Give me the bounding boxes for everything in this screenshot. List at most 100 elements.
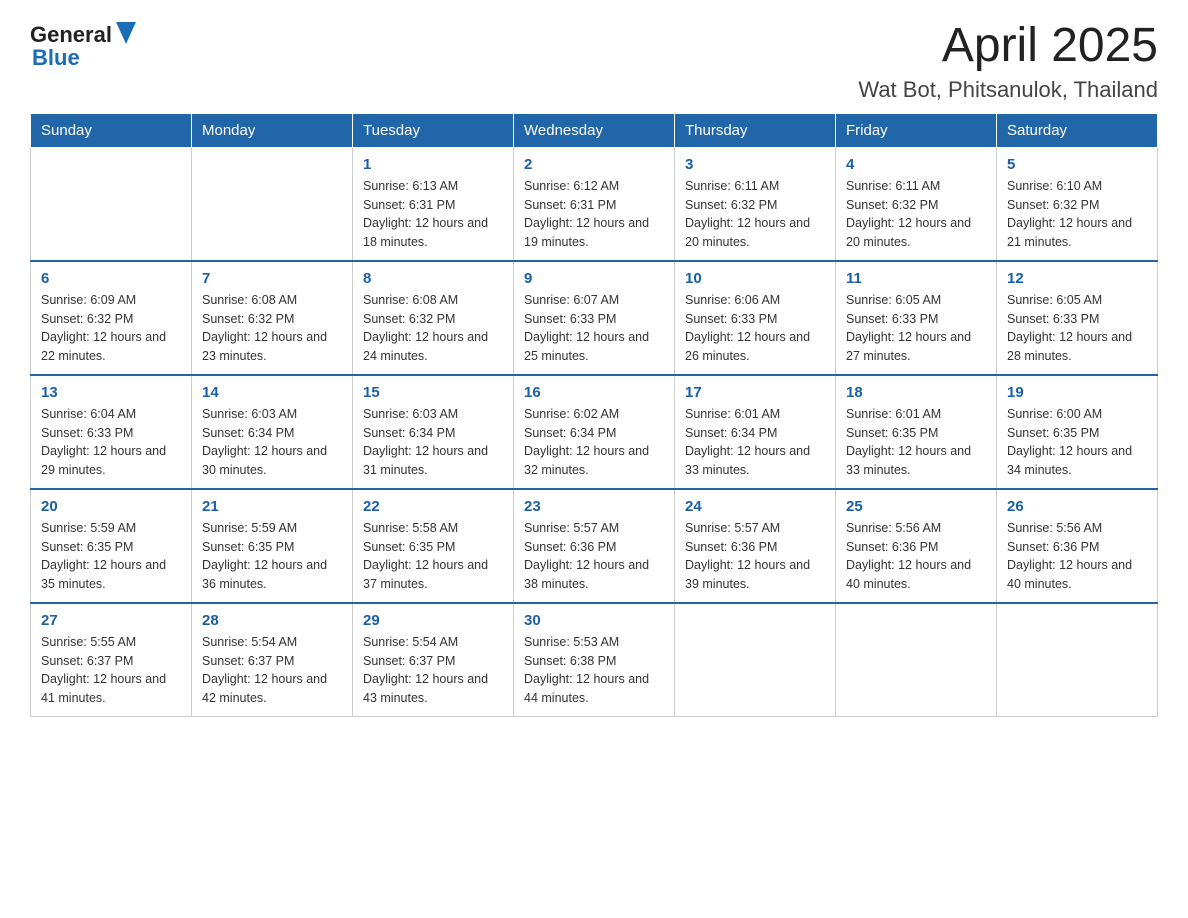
day-info: Sunrise: 5:53 AMSunset: 6:38 PMDaylight:… (524, 633, 664, 708)
calendar-cell: 27 Sunrise: 5:55 AMSunset: 6:37 PMDayligh… (31, 603, 192, 717)
day-number: 22 (363, 498, 503, 515)
day-number: 25 (846, 498, 986, 515)
calendar-cell (997, 603, 1158, 717)
day-info: Sunrise: 6:00 AMSunset: 6:35 PMDaylight:… (1007, 405, 1147, 480)
calendar-cell (31, 147, 192, 261)
day-info: Sunrise: 5:54 AMSunset: 6:37 PMDaylight:… (202, 633, 342, 708)
day-info: Sunrise: 6:02 AMSunset: 6:34 PMDaylight:… (524, 405, 664, 480)
calendar-cell: 19 Sunrise: 6:00 AMSunset: 6:35 PMDayligh… (997, 375, 1158, 489)
calendar-cell: 11 Sunrise: 6:05 AMSunset: 6:33 PMDayligh… (836, 261, 997, 375)
day-number: 16 (524, 384, 664, 401)
calendar-cell: 20 Sunrise: 5:59 AMSunset: 6:35 PMDayligh… (31, 489, 192, 603)
logo-blue-text: Blue (32, 45, 80, 71)
day-info: Sunrise: 6:01 AMSunset: 6:35 PMDaylight:… (846, 405, 986, 480)
calendar-cell: 26 Sunrise: 5:56 AMSunset: 6:36 PMDayligh… (997, 489, 1158, 603)
weekday-header-tuesday: Tuesday (353, 113, 514, 147)
day-info: Sunrise: 5:56 AMSunset: 6:36 PMDaylight:… (1007, 519, 1147, 594)
day-info: Sunrise: 5:58 AMSunset: 6:35 PMDaylight:… (363, 519, 503, 594)
calendar-cell: 9 Sunrise: 6:07 AMSunset: 6:33 PMDaylight… (514, 261, 675, 375)
day-info: Sunrise: 6:13 AMSunset: 6:31 PMDaylight:… (363, 177, 503, 252)
day-info: Sunrise: 6:08 AMSunset: 6:32 PMDaylight:… (202, 291, 342, 366)
day-info: Sunrise: 6:05 AMSunset: 6:33 PMDaylight:… (1007, 291, 1147, 366)
day-number: 14 (202, 384, 342, 401)
calendar-cell (675, 603, 836, 717)
calendar-cell: 13 Sunrise: 6:04 AMSunset: 6:33 PMDayligh… (31, 375, 192, 489)
day-info: Sunrise: 5:57 AMSunset: 6:36 PMDaylight:… (524, 519, 664, 594)
weekday-header-thursday: Thursday (675, 113, 836, 147)
calendar-cell: 10 Sunrise: 6:06 AMSunset: 6:33 PMDayligh… (675, 261, 836, 375)
calendar-cell: 22 Sunrise: 5:58 AMSunset: 6:35 PMDayligh… (353, 489, 514, 603)
calendar-cell (836, 603, 997, 717)
day-info: Sunrise: 6:11 AMSunset: 6:32 PMDaylight:… (846, 177, 986, 252)
day-number: 9 (524, 270, 664, 287)
day-info: Sunrise: 5:59 AMSunset: 6:35 PMDaylight:… (202, 519, 342, 594)
calendar-cell: 8Sunrise: 6:08 AMSunset: 6:32 PMDaylight… (353, 261, 514, 375)
calendar-cell: 23 Sunrise: 5:57 AMSunset: 6:36 PMDayligh… (514, 489, 675, 603)
page-header: General Blue April 2025 Wat Bot, Phitsan… (30, 20, 1158, 103)
day-number: 7 (202, 270, 342, 287)
weekday-header-friday: Friday (836, 113, 997, 147)
calendar-cell: 3 Sunrise: 6:11 AMSunset: 6:32 PMDaylight… (675, 147, 836, 261)
day-number: 3 (685, 156, 825, 173)
day-info: Sunrise: 6:11 AMSunset: 6:32 PMDaylight:… (685, 177, 825, 252)
day-number: 19 (1007, 384, 1147, 401)
weekday-header-saturday: Saturday (997, 113, 1158, 147)
day-info: Sunrise: 5:56 AMSunset: 6:36 PMDaylight:… (846, 519, 986, 594)
day-number: 23 (524, 498, 664, 515)
day-number: 26 (1007, 498, 1147, 515)
day-number: 27 (41, 612, 181, 629)
logo-general-text: General (30, 22, 112, 48)
calendar-week-row: 20 Sunrise: 5:59 AMSunset: 6:35 PMDayligh… (31, 489, 1158, 603)
day-info: Sunrise: 6:10 AMSunset: 6:32 PMDaylight:… (1007, 177, 1147, 252)
calendar-cell: 2 Sunrise: 6:12 AMSunset: 6:31 PMDaylight… (514, 147, 675, 261)
day-number: 29 (363, 612, 503, 629)
logo-triangle-icon (116, 22, 136, 44)
day-info: Sunrise: 6:08 AMSunset: 6:32 PMDaylight:… (363, 291, 503, 366)
day-info: Sunrise: 6:12 AMSunset: 6:31 PMDaylight:… (524, 177, 664, 252)
calendar-cell (192, 147, 353, 261)
calendar-cell: 28 Sunrise: 5:54 AMSunset: 6:37 PMDayligh… (192, 603, 353, 717)
title-block: April 2025 Wat Bot, Phitsanulok, Thailan… (858, 20, 1158, 103)
day-info: Sunrise: 6:03 AMSunset: 6:34 PMDaylight:… (363, 405, 503, 480)
calendar-cell: 7 Sunrise: 6:08 AMSunset: 6:32 PMDaylight… (192, 261, 353, 375)
day-number: 30 (524, 612, 664, 629)
day-info: Sunrise: 5:55 AMSunset: 6:37 PMDaylight:… (41, 633, 181, 708)
calendar-cell: 14 Sunrise: 6:03 AMSunset: 6:34 PMDayligh… (192, 375, 353, 489)
calendar-cell: 5Sunrise: 6:10 AMSunset: 6:32 PMDaylight… (997, 147, 1158, 261)
day-number: 4 (846, 156, 986, 173)
day-number: 17 (685, 384, 825, 401)
day-number: 2 (524, 156, 664, 173)
day-number: 18 (846, 384, 986, 401)
month-year-title: April 2025 (858, 20, 1158, 73)
day-number: 13 (41, 384, 181, 401)
calendar-cell: 16 Sunrise: 6:02 AMSunset: 6:34 PMDayligh… (514, 375, 675, 489)
day-info: Sunrise: 6:06 AMSunset: 6:33 PMDaylight:… (685, 291, 825, 366)
calendar-week-row: 1Sunrise: 6:13 AMSunset: 6:31 PMDaylight… (31, 147, 1158, 261)
day-number: 12 (1007, 270, 1147, 287)
day-info: Sunrise: 5:59 AMSunset: 6:35 PMDaylight:… (41, 519, 181, 594)
day-number: 24 (685, 498, 825, 515)
day-info: Sunrise: 6:09 AMSunset: 6:32 PMDaylight:… (41, 291, 181, 366)
day-info: Sunrise: 6:04 AMSunset: 6:33 PMDaylight:… (41, 405, 181, 480)
calendar-cell: 30 Sunrise: 5:53 AMSunset: 6:38 PMDayligh… (514, 603, 675, 717)
day-info: Sunrise: 6:07 AMSunset: 6:33 PMDaylight:… (524, 291, 664, 366)
calendar-cell: 12 Sunrise: 6:05 AMSunset: 6:33 PMDayligh… (997, 261, 1158, 375)
calendar-table: SundayMondayTuesdayWednesdayThursdayFrid… (30, 113, 1158, 717)
calendar-cell: 4 Sunrise: 6:11 AMSunset: 6:32 PMDaylight… (836, 147, 997, 261)
calendar-cell: 24Sunrise: 5:57 AMSunset: 6:36 PMDayligh… (675, 489, 836, 603)
weekday-header-sunday: Sunday (31, 113, 192, 147)
day-number: 28 (202, 612, 342, 629)
calendar-cell: 25 Sunrise: 5:56 AMSunset: 6:36 PMDayligh… (836, 489, 997, 603)
day-info: Sunrise: 5:54 AMSunset: 6:37 PMDaylight:… (363, 633, 503, 708)
day-number: 15 (363, 384, 503, 401)
day-number: 11 (846, 270, 986, 287)
calendar-cell: 21Sunrise: 5:59 AMSunset: 6:35 PMDayligh… (192, 489, 353, 603)
calendar-cell: 6 Sunrise: 6:09 AMSunset: 6:32 PMDaylight… (31, 261, 192, 375)
day-number: 6 (41, 270, 181, 287)
day-number: 10 (685, 270, 825, 287)
day-info: Sunrise: 6:03 AMSunset: 6:34 PMDaylight:… (202, 405, 342, 480)
day-info: Sunrise: 6:05 AMSunset: 6:33 PMDaylight:… (846, 291, 986, 366)
day-number: 20 (41, 498, 181, 515)
weekday-header-monday: Monday (192, 113, 353, 147)
weekday-header-wednesday: Wednesday (514, 113, 675, 147)
